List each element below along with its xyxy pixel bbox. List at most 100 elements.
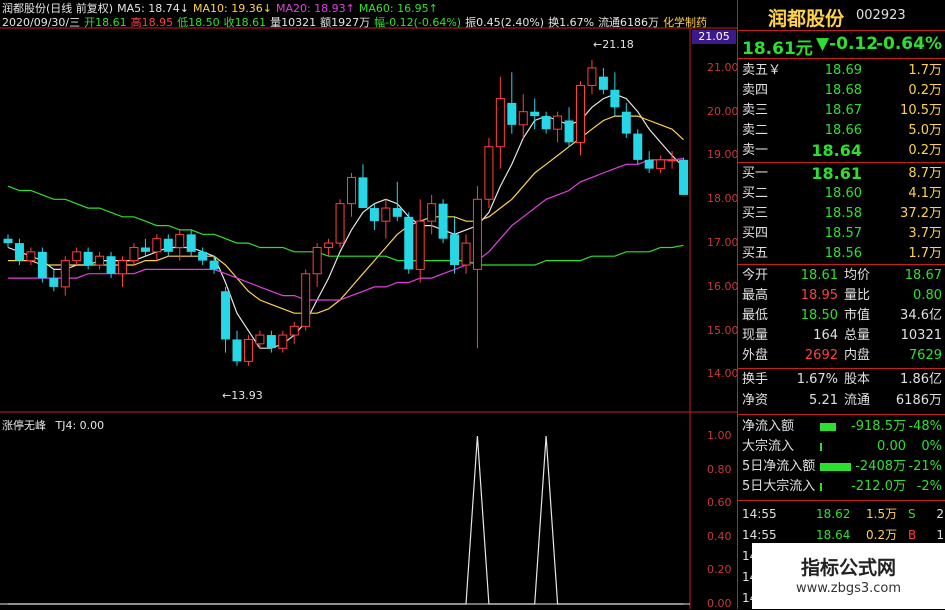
candle-body[interactable] [198,251,208,261]
candle-body[interactable] [140,247,150,252]
tick-volume: 1.5万 [866,507,898,521]
candle-body[interactable] [243,338,253,362]
flow-bar [820,483,822,491]
header-field: MA5: 18.74↓ [117,2,190,15]
ask-row[interactable]: 卖三 18.67 10.5万 [738,101,945,121]
book-label: 卖一 [742,143,769,158]
candle-body[interactable] [427,203,437,222]
bid-row[interactable]: 买一 18.61 8.7万 [738,164,945,184]
candle-body[interactable] [152,238,162,253]
candle-body[interactable] [95,255,105,266]
candle-body[interactable] [209,260,219,270]
header-field: 收18.61 [223,16,267,29]
candle-body[interactable] [621,111,631,134]
candle-body[interactable] [301,273,311,327]
candle-body[interactable] [438,203,448,239]
candle-body[interactable] [472,198,482,270]
candle-body[interactable] [289,325,299,336]
candle-body[interactable] [656,159,666,170]
candle-body[interactable] [335,203,345,244]
ma-legend-line: 润都股份(日线 前复权) MA5: 18.74↓ MA10: 19.36↓ MA20:… [2,2,711,16]
bid-row[interactable]: 买四 18.57 3.7万 [738,224,945,244]
book-label: 买四 [742,226,769,241]
candle-body[interactable] [358,177,368,209]
candle-body[interactable] [106,256,116,274]
stat-label: 净资 [742,393,769,408]
candle-body[interactable] [633,133,643,160]
tj4-line [8,435,684,605]
candle-body[interactable] [541,116,551,130]
candle-body[interactable] [392,208,402,217]
candle-body[interactable] [266,335,276,349]
candle-body[interactable] [83,251,93,265]
tick-row[interactable]: 14:55 18.64 0.2万 B 1 [738,526,945,544]
candle-body[interactable] [530,111,540,117]
candle-body[interactable] [495,98,505,148]
book-price: 18.64 [811,141,862,160]
candle-body[interactable] [232,339,242,362]
stat-row: 最低 18.50 市值 34.6亿 [738,306,945,326]
candle-body[interactable] [221,291,231,340]
low-annotation: ←13.93 [222,389,263,402]
candle-body[interactable] [37,251,47,279]
stat-value: 34.6亿 [900,308,942,323]
candle-body[interactable] [679,159,689,195]
candle-body[interactable] [347,176,356,205]
candle-body[interactable] [369,208,379,222]
ask-row[interactable]: 卖二 18.66 5.0万 [738,121,945,141]
kline-chart-area[interactable]: 润都股份(日线 前复权) MA5: 18.74↓ MA10: 19.36↓ MA20:… [0,0,739,610]
candle-body[interactable] [175,233,185,248]
divider [738,500,945,501]
bid-row[interactable]: 买五 18.56 1.7万 [738,244,945,264]
candle-body[interactable] [118,260,127,275]
candle-body[interactable] [14,243,24,261]
candle-body[interactable] [667,159,677,162]
high-annotation: ←21.18 [593,38,634,51]
book-price: 18.68 [824,83,862,98]
stat-label: 现量 [742,328,769,343]
bid-row[interactable]: 买二 18.60 4.1万 [738,184,945,204]
flow-bar [820,463,851,471]
book-volume: 1.7万 [908,63,942,78]
candle-body[interactable] [564,120,574,143]
candle-body[interactable] [576,84,585,143]
tick-time: 14:55 [742,507,777,521]
candle-body[interactable] [186,234,196,252]
kline-chart[interactable] [0,0,737,609]
candle-body[interactable] [3,238,13,244]
ask-row[interactable]: 卖一 18.64 0.2万 [738,141,945,161]
candle-body[interactable] [507,102,517,125]
candle-body[interactable] [484,146,494,200]
candle-body[interactable] [26,251,36,262]
candle-body[interactable] [553,115,563,130]
bid-row[interactable]: 买三 18.58 37.2万 [738,204,945,224]
candle-body[interactable] [415,220,425,270]
candle-body[interactable] [610,89,620,108]
candle-body[interactable] [60,260,70,288]
candle-body[interactable] [587,67,597,86]
candle-body[interactable] [255,334,265,345]
candle-body[interactable] [518,111,528,126]
candle-body[interactable] [598,76,608,90]
candle-body[interactable] [404,216,414,270]
book-volume: 1.7万 [908,246,942,261]
flow-label: 净流入额 [742,419,795,434]
current-price-tag: 21.05 [692,30,736,44]
share-row: 换手 1.67% 股本 1.86亿 [738,370,945,390]
candle-body[interactable] [312,246,322,275]
candle-body[interactable] [324,242,334,248]
ask-row[interactable]: 卖五￥ 18.69 1.7万 [738,61,945,81]
tick-row[interactable]: 14:55 18.62 1.5万 S 2 [738,505,945,523]
candle-body[interactable] [49,278,59,287]
ask-row[interactable]: 卖四 18.68 0.2万 [738,81,945,101]
candle-body[interactable] [450,234,460,265]
stat-value: 18.67 [904,268,942,283]
candle-body[interactable] [644,159,654,169]
candle-body[interactable] [381,207,391,222]
candle-body[interactable] [278,334,288,349]
candle-body[interactable] [129,246,139,262]
sub-chart-title: 涨停无峰 TJ4: 0.00 [2,417,104,433]
candle-body[interactable] [72,251,82,262]
candle-body[interactable] [461,242,471,266]
candle-body[interactable] [163,238,173,252]
